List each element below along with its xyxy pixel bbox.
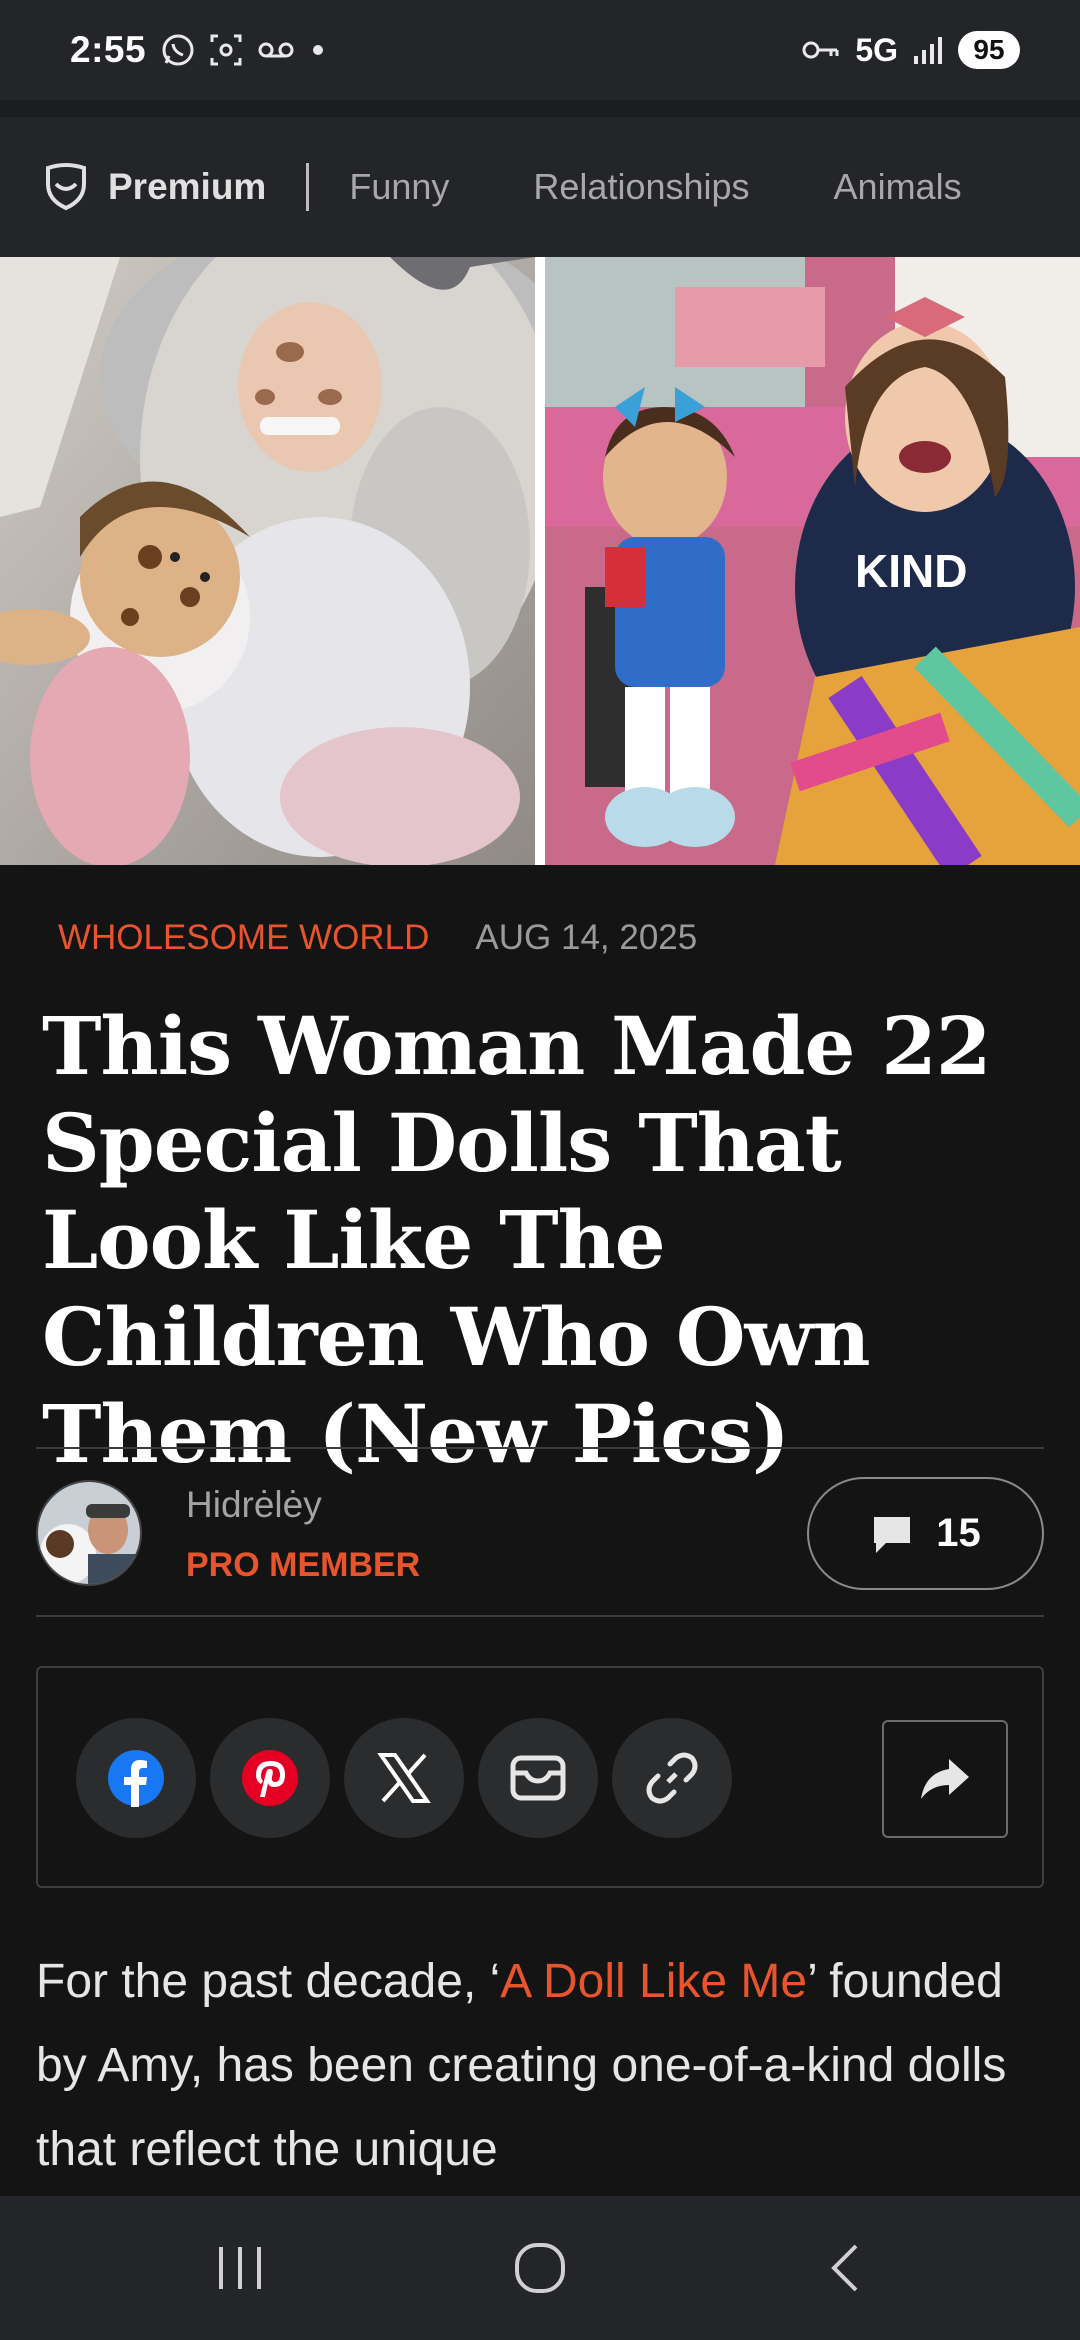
status-bar: 2:55 5G 95 [0, 0, 1080, 100]
article-body: For the past decade, ‘A Doll Like Me’ fo… [36, 1940, 1046, 2192]
page: 2:55 5G 95 Premium Funny Relationships A… [0, 0, 1080, 2340]
article-date: AUG 14, 2025 [475, 918, 698, 957]
author-avatar[interactable] [36, 1480, 142, 1586]
divider-bottom [36, 1615, 1044, 1617]
back-icon [831, 2244, 858, 2292]
share-email-button[interactable] [478, 1718, 598, 1838]
home-button[interactable] [500, 2232, 580, 2304]
hero-photo-girl-with-doll: KIND [545, 257, 1080, 865]
dot-icon [313, 45, 324, 55]
voicemail-icon [258, 42, 294, 58]
nav-item-animals[interactable]: Animals [834, 166, 962, 208]
body-link[interactable]: A Doll Like Me [500, 1955, 807, 2008]
link-icon [646, 1752, 698, 1804]
facebook-icon [108, 1750, 164, 1807]
author-name[interactable]: Hidrėlėy [186, 1484, 322, 1526]
nav-premium[interactable]: Premium [44, 162, 266, 212]
pinterest-icon [242, 1750, 298, 1806]
hero-photo-baby-with-doll [0, 257, 535, 865]
article-category[interactable]: WHOLESOME WORLD [58, 918, 429, 958]
home-icon [515, 2243, 565, 2293]
status-right: 5G 95 [801, 31, 1020, 69]
recent-apps-icon [219, 2247, 261, 2289]
comment-icon [874, 1516, 911, 1553]
article-title: This Woman Made 22 Special Dolls That Lo… [42, 999, 992, 1481]
svg-text:KIND: KIND [855, 545, 967, 597]
hero-divider [535, 257, 545, 865]
category-nav: Premium Funny Relationships Animals [0, 117, 1080, 257]
share-box [36, 1666, 1044, 1888]
article-meta: WHOLESOME WORLD AUG 14, 2025 [58, 918, 697, 958]
status-time: 2:55 [70, 29, 147, 70]
nav-divider [306, 163, 310, 211]
nav-item-funny[interactable]: Funny [349, 166, 449, 208]
body-prefix: For the past decade, ‘ [36, 1955, 501, 2008]
nav-item-relationships[interactable]: Relationships [533, 166, 749, 208]
share-x-button[interactable] [344, 1718, 464, 1838]
signal-icon [914, 37, 942, 64]
system-nav-bar [0, 2196, 1080, 2340]
share-forward-button[interactable] [882, 1720, 1008, 1838]
back-button[interactable] [804, 2232, 884, 2304]
key-icon [802, 41, 839, 59]
author-badge: PRO MEMBER [186, 1546, 421, 1584]
screenshot-icon [210, 34, 242, 66]
shield-icon [46, 163, 86, 211]
x-icon [377, 1753, 431, 1803]
email-icon [510, 1755, 566, 1801]
nav-premium-label: Premium [108, 166, 267, 207]
notification-icons [160, 32, 328, 68]
forward-icon [921, 1759, 969, 1799]
hero-images[interactable]: KIND [0, 257, 1080, 865]
battery-level: 95 [958, 31, 1020, 69]
recent-apps-button[interactable] [200, 2232, 280, 2304]
header-gap [0, 100, 1080, 117]
network-type: 5G [855, 31, 898, 68]
comment-count: 15 [936, 1511, 981, 1555]
share-link-button[interactable] [612, 1718, 732, 1838]
share-facebook-button[interactable] [76, 1718, 196, 1838]
share-pinterest-button[interactable] [210, 1718, 330, 1838]
whatsapp-icon [162, 34, 194, 66]
comments-button[interactable]: 15 [807, 1477, 1044, 1590]
divider-top [36, 1447, 1044, 1449]
